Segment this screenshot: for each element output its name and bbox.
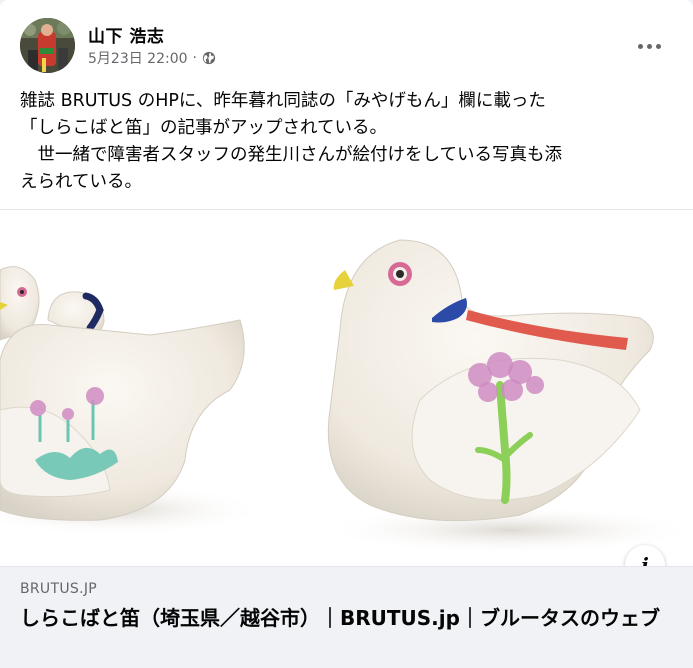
post-card: 山下 浩志 5月23日 22:00 · 雑誌 BRUTUS のHPに、昨年暮れ同… [0, 0, 693, 668]
link-preview-image[interactable] [0, 209, 693, 566]
post-text-line: 雑誌 BRUTUS のHPに、昨年暮れ同誌の「みやげもん」欄に載った [20, 91, 546, 111]
post-text-line: えられている。 [20, 172, 142, 192]
link-preview-footer[interactable]: BRUTUS.JP しらこばと笛（埼玉県／越谷市）｜BRUTUS.jp｜ブルータ… [0, 566, 693, 668]
author-name[interactable]: 山下 浩志 [88, 22, 164, 47]
avatar[interactable] [20, 18, 75, 73]
avatar-image [20, 18, 75, 73]
post-text: 雑誌 BRUTUS のHPに、昨年暮れ同誌の「みやげもん」欄に載った 「しらこば… [20, 88, 680, 196]
post-header: 山下 浩志 5月23日 22:00 · [20, 18, 675, 74]
link-title[interactable]: しらこばと笛（埼玉県／越谷市）｜BRUTUS.jp｜ブルータスのウェブ [20, 604, 660, 632]
globe-icon[interactable] [202, 51, 216, 65]
link-domain: BRUTUS.JP [20, 581, 97, 597]
meta-separator: · [192, 50, 197, 66]
bird-whistles-photo [0, 210, 693, 566]
post-timestamp[interactable]: 5月23日 22:00 [88, 48, 188, 68]
more-options-button[interactable] [631, 28, 667, 64]
post-meta: 5月23日 22:00 · [88, 48, 216, 68]
more-horizontal-icon [637, 43, 643, 49]
post-text-line: 「しらこばと笛」の記事がアップされている。 [20, 118, 387, 138]
post-text-line: 世一緒で障害者スタッフの発生川さんが絵付けをしている写真も添 [20, 145, 562, 165]
